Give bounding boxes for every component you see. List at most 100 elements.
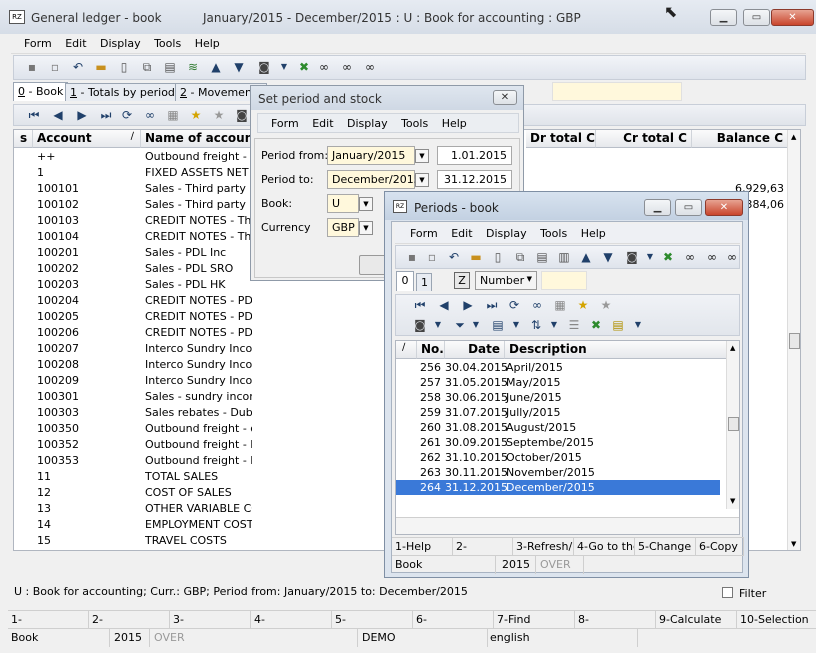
periods-tab-0[interactable]: 0 (396, 271, 414, 291)
periods-fkey-3[interactable]: 3-Refresh/F (513, 538, 574, 556)
table-row[interactable]: 257 31.05.2015 May/2015 (396, 375, 720, 390)
binoculars-icon[interactable]: ∞ (316, 59, 332, 75)
filter-checkbox[interactable] (722, 587, 733, 598)
periods-down-icon[interactable]: ▼ (600, 249, 616, 265)
periods-refresh-icon[interactable]: ⟳ (506, 297, 522, 313)
table-row[interactable]: 259 31.07.2015 Jully/2015 (396, 405, 720, 420)
periods-up-icon[interactable]: ▲ (578, 249, 594, 265)
table-row[interactable]: 263 30.11.2015 November/2015 (396, 465, 720, 480)
periods-dd5-icon[interactable]: ▼ (630, 317, 646, 333)
columns-icon[interactable]: ▤ (490, 317, 506, 333)
close-button[interactable]: ✕ (771, 9, 814, 26)
periods-menu-form[interactable]: Form (405, 224, 443, 243)
period-menu-help[interactable]: Help (437, 114, 472, 133)
table-row[interactable]: 262 31.10.2015 October/2015 (396, 450, 720, 465)
periods-menu-tools[interactable]: Tools (535, 224, 572, 243)
tab-totals-by-periods[interactable]: 1 - Totals by periods (65, 83, 186, 101)
menu-edit[interactable]: Edit (60, 34, 91, 53)
binoculars-icon[interactable]: ∞ (142, 107, 158, 123)
save-icon[interactable]: ▪ (24, 59, 40, 75)
periods-dd3-icon[interactable]: ▼ (508, 317, 524, 333)
list-icon[interactable]: ☰ (566, 317, 582, 333)
periods-col-desc[interactable]: Description (505, 341, 727, 359)
period-menu-edit[interactable]: Edit (307, 114, 338, 133)
menu-help[interactable]: Help (190, 34, 225, 53)
periods-close-button[interactable]: ✕ (705, 199, 743, 216)
periods-find-next-icon[interactable]: ∞ (704, 249, 720, 265)
periods-minimize-button[interactable]: ▁ (644, 199, 671, 216)
periods-menu-help[interactable]: Help (576, 224, 611, 243)
period-from-date[interactable]: 1.01.2015 (437, 146, 512, 165)
table-row[interactable]: 256 30.04.2015 April/2015 (396, 360, 720, 375)
periods-excel2-icon[interactable]: ✖ (588, 317, 604, 333)
periods-save-as-icon[interactable]: ▫ (424, 249, 440, 265)
periods-next-icon[interactable]: ▶ (460, 297, 476, 313)
periods-search-icon[interactable]: ∞ (529, 297, 545, 313)
menu-tools[interactable]: Tools (149, 34, 186, 53)
save-as-icon[interactable]: ▫ (47, 59, 63, 75)
star-remove-icon[interactable]: ★ (211, 107, 227, 123)
fkey-4[interactable]: 4- (251, 611, 332, 629)
fkey-7[interactable]: 7-Find (494, 611, 575, 629)
periods-scrollbar[interactable]: ▲ ▼ (726, 341, 739, 509)
camera-icon[interactable]: ◙ (256, 59, 272, 75)
periods-star-add-icon[interactable]: ★ (575, 297, 591, 313)
periods-open-folder-icon[interactable]: ▬ (468, 249, 484, 265)
refresh-icon[interactable]: ⟳ (119, 107, 135, 123)
periods-fkey-6[interactable]: 6-Copy (696, 538, 744, 556)
periods-fkey-1[interactable]: 1-Help (392, 538, 453, 556)
camera-icon[interactable]: ◙ (234, 107, 250, 123)
next-record-icon[interactable]: ▶ (74, 107, 90, 123)
col-account-header[interactable]: Account ∕ (33, 130, 141, 148)
periods-first-icon[interactable]: ⏮ (412, 297, 428, 313)
periods-col-no[interactable]: No. (417, 341, 445, 359)
table-row[interactable]: 260 31.08.2015 August/2015 (396, 420, 720, 435)
copy-icon[interactable]: ⧉ (139, 59, 155, 75)
col-s-header[interactable]: s (14, 130, 33, 148)
periods-col-sort[interactable]: ∕ (396, 341, 417, 359)
periods-dd2-icon[interactable]: ▼ (468, 317, 484, 333)
book-select[interactable]: U (327, 194, 359, 213)
fkey-3[interactable]: 3- (170, 611, 251, 629)
table-row[interactable]: 261 30.09.2015 Septembe/2015 (396, 435, 720, 450)
periods-save-icon[interactable]: ▪ (404, 249, 420, 265)
periods-fkey-2[interactable]: 2- (453, 538, 513, 556)
find-next-icon[interactable]: ∞ (339, 59, 355, 75)
periods-prev-icon[interactable]: ◀ (436, 297, 452, 313)
scroll-thumb[interactable] (789, 333, 800, 349)
prev-record-icon[interactable]: ◀ (50, 107, 66, 123)
period-menu-form[interactable]: Form (266, 114, 304, 133)
fkey-2[interactable]: 2- (89, 611, 170, 629)
periods-tab-1[interactable]: 1 (416, 273, 432, 291)
periods-print-icon[interactable]: ▦ (552, 297, 568, 313)
periods-fkey-4[interactable]: 4-Go to the (574, 538, 635, 556)
print-icon[interactable]: ▦ (165, 107, 181, 123)
set-period-close-button[interactable]: ✕ (493, 90, 517, 105)
periods-menu-display[interactable]: Display (481, 224, 532, 243)
z-button[interactable]: Z (454, 272, 470, 289)
minimize-button[interactable]: ▁ (710, 9, 737, 26)
fkey-1[interactable]: 1- (8, 611, 89, 629)
filter-icon[interactable]: ⏷ (452, 317, 468, 333)
periods-hscrollbar[interactable] (396, 517, 739, 534)
period-from-select[interactable]: January/2015 (327, 146, 415, 165)
first-record-icon[interactable]: ⏮ (26, 107, 42, 123)
periods-excel-icon[interactable]: ✖ (660, 249, 676, 265)
periods-maximize-button[interactable]: ▭ (675, 199, 702, 216)
period-from-dropdown-icon[interactable]: ▼ (415, 149, 429, 163)
periods-dd1-icon[interactable]: ▼ (430, 317, 446, 333)
currency-select[interactable]: GBP (327, 218, 359, 237)
periods-dropdown-icon[interactable]: ▼ (642, 249, 658, 265)
period-menu-display[interactable]: Display (342, 114, 393, 133)
main-scrollbar[interactable]: ▲ ▼ (787, 130, 800, 550)
dropdown-arrow-icon[interactable]: ▼ (276, 59, 292, 75)
periods-menu-edit[interactable]: Edit (446, 224, 477, 243)
periods-copy-icon[interactable]: ⧉ (512, 249, 528, 265)
period-menu-tools[interactable]: Tools (396, 114, 433, 133)
periods-col-date[interactable]: Date (445, 341, 505, 359)
undo-icon[interactable]: ↶ (70, 59, 86, 75)
periods-undo-icon[interactable]: ↶ (446, 249, 462, 265)
col-dr-header[interactable]: Dr total C (526, 130, 596, 148)
book-dropdown-icon[interactable]: ▼ (359, 197, 373, 211)
notes-icon[interactable]: ▤ (610, 317, 626, 333)
